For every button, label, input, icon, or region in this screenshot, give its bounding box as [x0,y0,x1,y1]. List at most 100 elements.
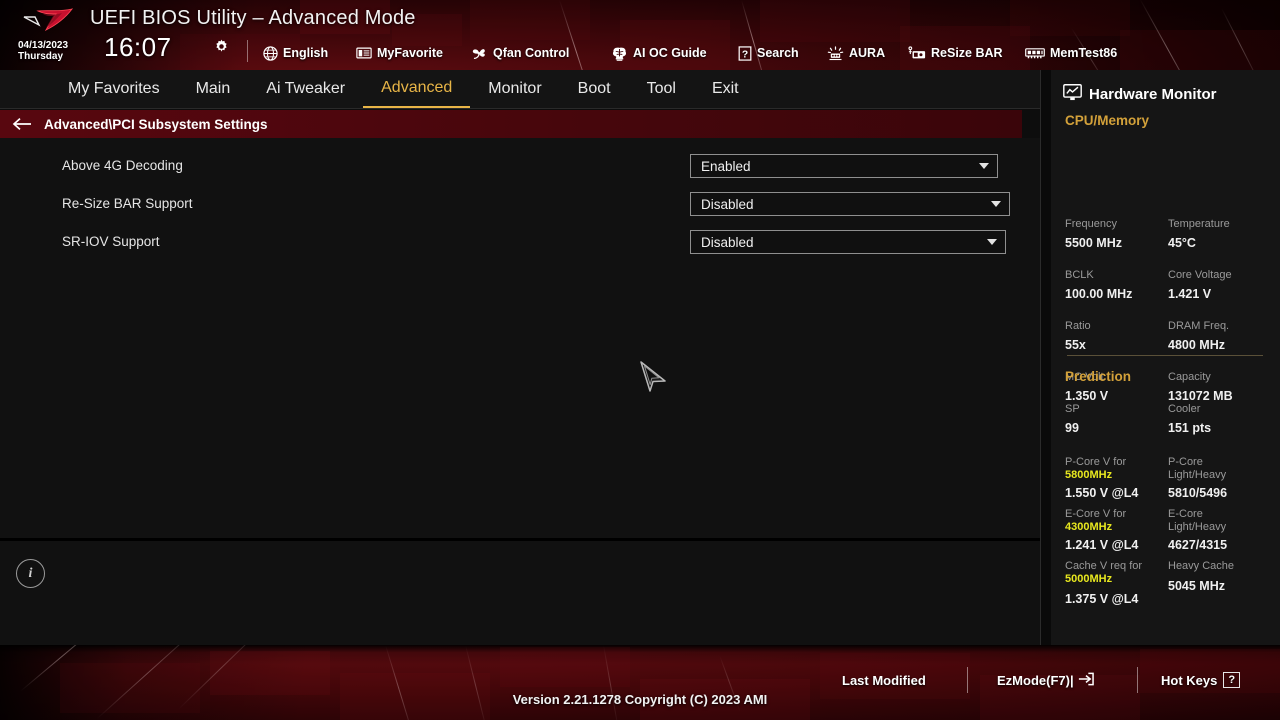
hw-key-pcore-v: P-Core V for 5800MHz [1065,456,1165,482]
hw-value-pcore-v: 1.550 V @L4 [1065,486,1139,500]
brain-icon [611,46,628,61]
hw-value-ratio: 55x [1065,338,1086,352]
toolbar-item-aura[interactable]: AURA [827,43,885,63]
section-title-cpu-memory: CPU/Memory [1065,113,1150,128]
hw-key-bclk: BCLK [1065,269,1094,281]
hw-section-divider [1067,355,1263,356]
star-list-icon [356,46,372,60]
hw-key-pcore-l1: P-Core [1168,456,1203,468]
hw-key-pcore-light-heavy: P-Core Light/Heavy [1168,456,1273,482]
bios-screen: UEFI BIOS Utility – Advanced Mode 04/13/… [0,0,1280,720]
toolbar-item-language[interactable]: English [263,43,328,63]
fan-icon [470,46,488,61]
hw-key-ecore-v-freq: 4300MHz [1065,521,1113,533]
hw-key-sp: SP [1065,403,1080,415]
toolbar-item-memtest86[interactable]: MemTest86 [1025,43,1117,63]
tab-tool[interactable]: Tool [629,70,694,108]
hw-value-heavy-cache: 5045 MHz [1168,579,1225,593]
hw-key-pcore-v-pre: P-Core V for [1065,456,1127,468]
hw-value-mc-volt: 1.350 V [1065,389,1109,403]
hw-key-dram-freq: DRAM Freq. [1168,320,1230,332]
rog-logo-icon [23,8,74,32]
dropdown-sr-iov-support[interactable]: Disabled [690,230,1006,254]
info-panel: i [0,541,1040,645]
hw-value-capacity: 131072 MB [1168,389,1233,403]
tab-main[interactable]: Main [178,70,249,108]
toolbar-item-resize-bar[interactable]: ReSize BAR [908,43,1003,63]
dropdown-resize-bar-support[interactable]: Disabled [690,192,1010,216]
hw-value-pcore-light-heavy: 5810/5496 [1168,486,1228,500]
hw-key-ecore-v-pre: E-Core V for [1065,508,1127,520]
hw-key-frequency: Frequency [1065,218,1117,230]
hardware-monitor-title: Hardware Monitor [1063,84,1217,105]
svg-text:?: ? [742,49,748,60]
breadcrumb-path: Advanced\PCI Subsystem Settings [44,116,268,132]
footer-divider-1 [967,667,968,693]
breadcrumb: Advanced\PCI Subsystem Settings [0,110,1022,138]
toolbar-item-ai-oc-guide[interactable]: AI OC Guide [611,43,707,63]
footer-bar: Last Modified EzMode(F7)| Hot Keys ? [0,645,1280,720]
setting-label: SR-IOV Support [62,234,160,249]
chevron-down-icon [979,163,989,169]
hardware-monitor-panel: Hardware Monitor CPU/Memory Frequency 55… [1051,70,1280,645]
hw-key-cooler: Cooler [1168,403,1201,415]
hw-key-capacity: Capacity [1168,371,1211,383]
tab-boot[interactable]: Boot [560,70,629,108]
memory-module-icon [1025,46,1045,60]
hw-key-ratio: Ratio [1065,320,1091,332]
hw-key-cache-v: Cache V req for 5000MHz [1065,560,1170,586]
toolbar-item-qfan-control[interactable]: Qfan Control [470,43,569,63]
setting-row-above-4g-decoding: Above 4G Decoding Enabled [0,147,1040,184]
hw-value-cache-v: 1.375 V @L4 [1065,592,1139,606]
toolbar-label: AI OC Guide [633,46,707,60]
hotkeys-label: Hot Keys [1161,672,1218,688]
clock-display: 16:07 [104,32,172,62]
tab-advanced[interactable]: Advanced [363,70,471,108]
hw-value-dram-freq: 4800 MHz [1168,338,1225,352]
header-bar: UEFI BIOS Utility – Advanced Mode 04/13/… [0,0,1280,70]
last-modified-label: Last Modified [842,672,926,688]
hw-key-ecore-light-heavy: E-Core Light/Heavy [1168,508,1273,534]
dropdown-above-4g-decoding[interactable]: Enabled [690,154,998,178]
toolbar-label: AURA [849,46,886,60]
section-title-prediction: Prediction [1065,369,1132,384]
setting-label: Above 4G Decoding [62,158,183,173]
toolbar-label: ReSize BAR [931,46,1003,60]
tab-my-favorites[interactable]: My Favorites [50,70,178,108]
hw-value-core-voltage: 1.421 V [1168,287,1212,301]
hw-value-ecore-light-heavy: 4627/4315 [1168,538,1228,552]
aura-light-icon [827,45,844,61]
resize-bar-icon [908,45,926,61]
question-box-icon: ? [1223,672,1241,688]
hotkeys-button[interactable]: Hot Keys ? [1161,669,1241,691]
hw-value-bclk: 100.00 MHz [1065,287,1133,301]
toolbar-label: MemTest86 [1050,46,1118,60]
toolbar-item-myfavorite[interactable]: MyFavorite [356,43,443,63]
setting-row-resize-bar-support: Re-Size BAR Support Disabled [0,185,1040,222]
ezmode-button[interactable]: EzMode(F7)| [997,669,1094,691]
tab-monitor[interactable]: Monitor [470,70,559,108]
monitor-graph-icon [1063,84,1082,105]
tab-ai-tweaker[interactable]: Ai Tweaker [248,70,363,108]
weekday-value: Thursday [18,51,64,62]
tab-exit[interactable]: Exit [694,70,757,108]
globe-icon [263,45,278,61]
dropdown-value: Enabled [701,158,751,174]
settings-panel: Above 4G Decoding Enabled Re-Size BAR Su… [0,138,1040,538]
hw-key-pcore-l2: Light/Heavy [1168,469,1227,481]
hw-key-pcore-v-freq: 5800MHz [1065,469,1113,481]
hardware-monitor-title-text: Hardware Monitor [1089,86,1217,103]
hw-key-core-voltage: Core Voltage [1168,269,1232,281]
last-modified-button[interactable]: Last Modified [842,669,926,691]
hw-key-heavy-cache: Heavy Cache [1168,560,1235,572]
gear-icon[interactable] [214,39,229,54]
hw-key-temperature: Temperature [1168,218,1230,230]
date-value: 04/13/2023 [18,40,69,51]
info-icon[interactable]: i [16,559,45,588]
ezmode-label: EzMode(F7)| [997,672,1074,688]
hw-value-cooler: 151 pts [1168,421,1212,435]
toolbar-item-search[interactable]: ? Search [738,43,799,63]
chevron-down-icon [991,201,1001,207]
dropdown-value: Disabled [701,234,754,250]
back-arrow-icon[interactable] [0,117,44,131]
